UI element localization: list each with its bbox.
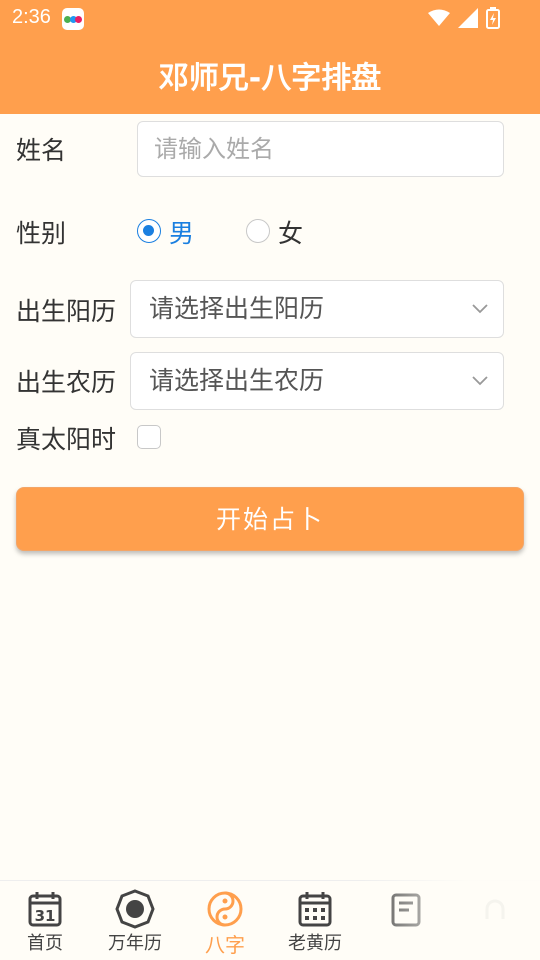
solar-date-value: 请选择出生阳历	[149, 294, 325, 323]
wifi-icon	[428, 9, 450, 26]
nav-label-home: 首页	[27, 933, 63, 954]
nav-fade-overlay	[360, 880, 540, 960]
gender-female-radio[interactable]	[246, 219, 270, 243]
name-label: 姓名	[16, 136, 67, 165]
gender-label: 性别	[16, 219, 67, 248]
gender-male-radio[interactable]	[137, 219, 161, 243]
chevron-down-icon	[472, 376, 488, 386]
lunar-date-value: 请选择出生农历	[149, 366, 325, 395]
nav-label-bazi: 八字	[205, 933, 245, 957]
page-title: 邓师兄-八字排盘	[158, 61, 382, 96]
lunar-date-label: 出生农历	[16, 368, 117, 397]
svg-text:31: 31	[35, 907, 56, 925]
calendar-31-icon: 31	[28, 892, 62, 927]
lunar-date-select[interactable]: 请选择出生农历	[130, 352, 504, 410]
bagua-icon	[115, 889, 155, 929]
nav-item-home[interactable]: 31 首页	[0, 889, 90, 955]
calendar-grid-icon	[298, 892, 332, 927]
battery-icon	[486, 7, 500, 29]
nav-item-bazi[interactable]: 八字	[180, 889, 270, 958]
nav-item-old-almanac[interactable]: 老黄历	[270, 889, 360, 955]
nav-label-perpetual-calendar: 万年历	[108, 933, 162, 954]
gender-male-label[interactable]: 男	[169, 214, 194, 250]
solar-date-label: 出生阳历	[16, 297, 117, 326]
status-time: 2:36	[12, 6, 51, 28]
status-indicators	[428, 6, 500, 30]
nav-item-perpetual-calendar[interactable]: 万年历	[90, 889, 180, 955]
name-input[interactable]: 请输入姓名	[137, 121, 504, 177]
signal-icon	[458, 8, 478, 28]
start-divination-button[interactable]: 开始占卜	[16, 487, 524, 551]
status-bar: 2:36	[0, 0, 540, 36]
nav-label-old-almanac: 老黄历	[288, 933, 342, 954]
yin-yang-icon	[207, 891, 243, 927]
gender-female-label[interactable]: 女	[278, 214, 303, 250]
true-solar-time-label: 真太阳时	[16, 425, 117, 454]
chevron-down-icon	[472, 304, 488, 314]
app-title-bar: 邓师兄-八字排盘	[0, 36, 540, 114]
true-solar-time-checkbox[interactable]	[137, 425, 161, 449]
solar-date-select[interactable]: 请选择出生阳历	[130, 280, 504, 338]
app-notification-icon	[62, 8, 84, 30]
